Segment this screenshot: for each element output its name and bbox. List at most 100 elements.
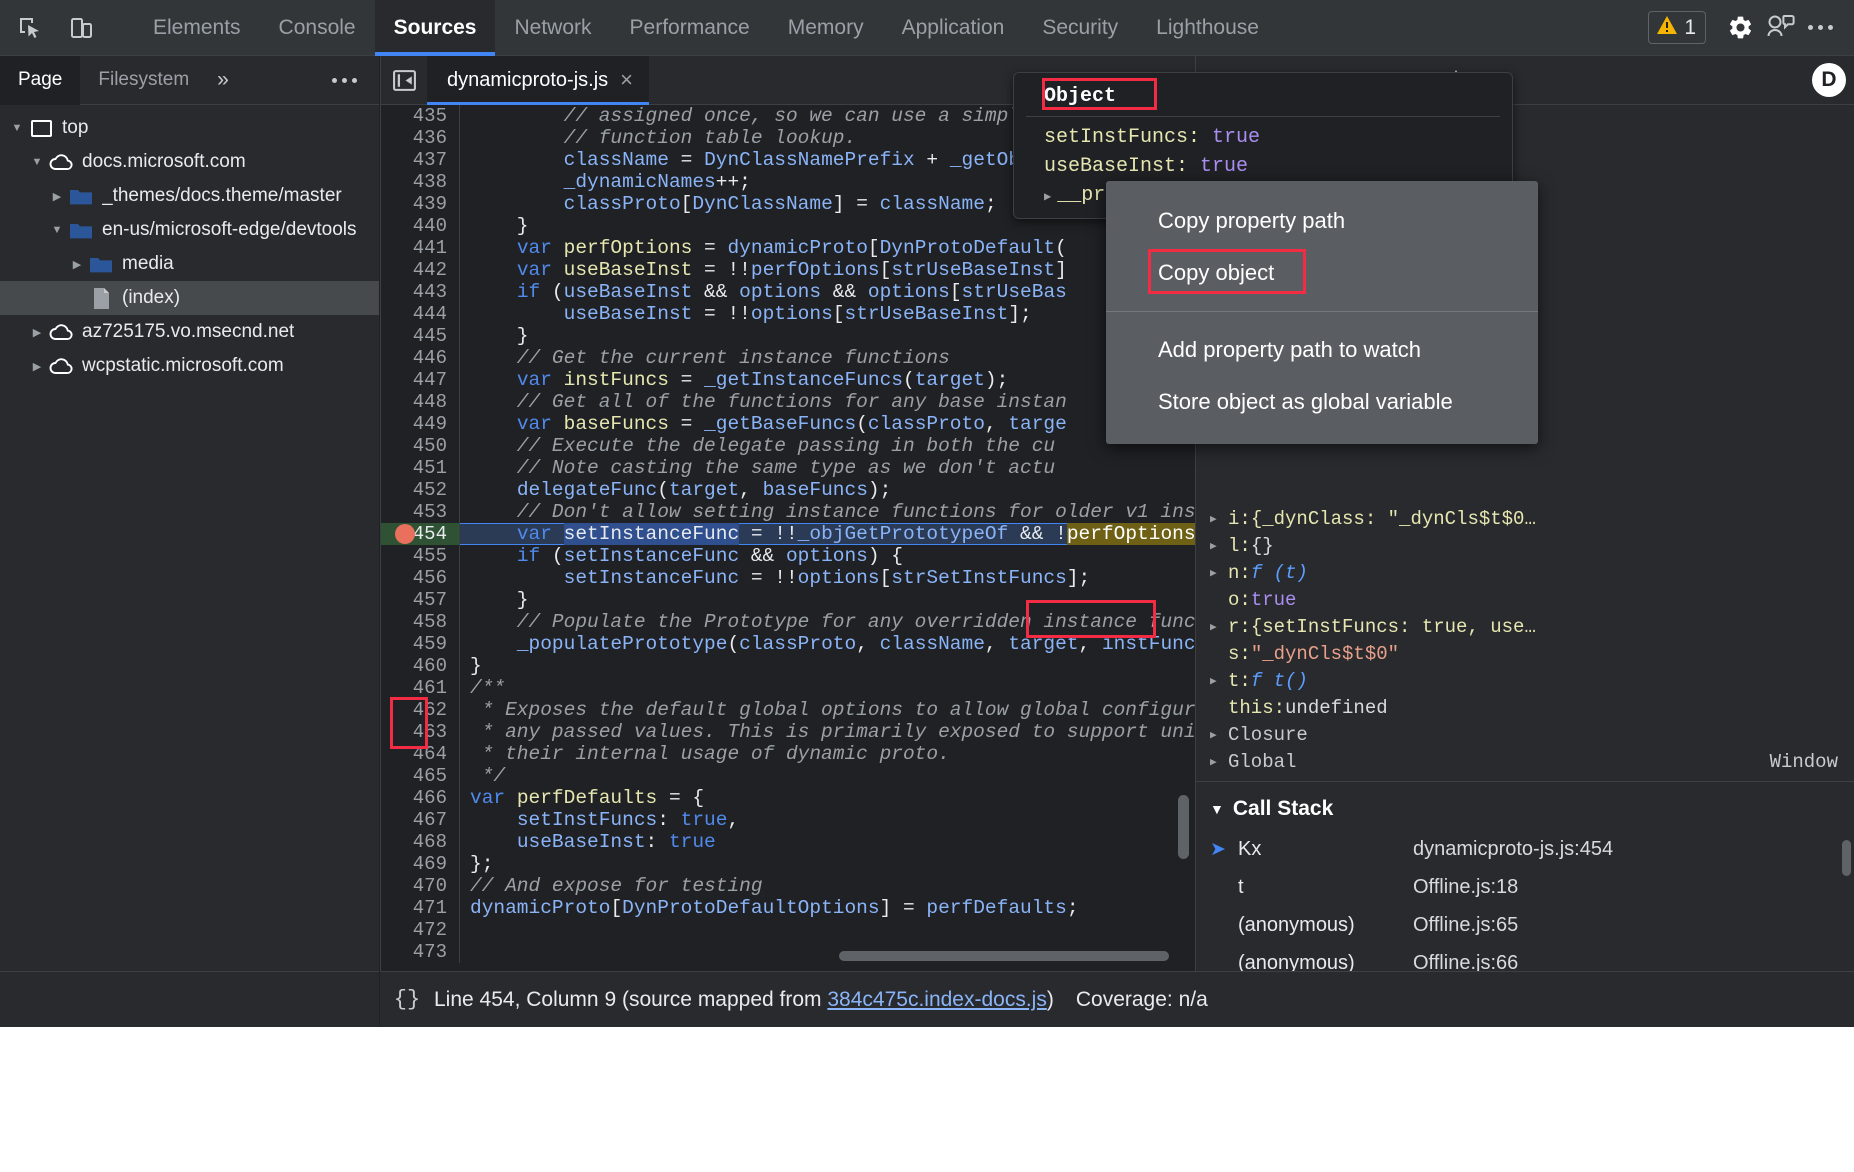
chevron-right-icon[interactable]: ▶ [1210,674,1228,688]
tab-application[interactable]: Application [883,0,1024,56]
tab-elements[interactable]: Elements [134,0,260,56]
scope-variable-value[interactable]: {_dynClass: "_dynCls$t$0… [1251,508,1536,530]
chevron-right-icon[interactable]: ▶ [1210,620,1228,634]
code-line[interactable]: 455 if (setInstanceFunc && options) { [381,545,1195,567]
code-text[interactable]: // And expose for testing [460,875,763,897]
code-text[interactable]: /** [460,677,505,699]
chevron-right-icon[interactable]: ▶ [1210,539,1228,553]
code-line[interactable]: 469}; [381,853,1195,875]
code-line[interactable]: 456 setInstanceFunc = !!options[strSetIn… [381,567,1195,589]
scope-variable-value[interactable]: {} [1251,535,1274,557]
chevron-right-icon[interactable]: ▶ [1044,190,1051,204]
line-number[interactable]: 444 [381,303,459,325]
chevron-down-icon[interactable]: ▼ [26,156,48,168]
navigator-more-options-icon[interactable] [332,78,379,83]
code-line[interactable]: 465 */ [381,765,1195,787]
scope-variable-value[interactable]: "_dynCls$t$0" [1251,643,1399,665]
code-line[interactable]: 464 * their internal usage of dynamic pr… [381,743,1195,765]
kebab-menu-icon[interactable] [1800,8,1840,48]
scope-group-row[interactable]: ▶GlobalWindow [1196,748,1854,775]
nav-tab-page[interactable]: Page [0,56,80,105]
code-line[interactable]: 448 // Get all of the functions for any … [381,391,1195,413]
code-text[interactable]: // Get the current instance functions [460,347,950,369]
menu-item-copy-object[interactable]: Copy object [1106,247,1538,299]
code-line[interactable]: 460} [381,655,1195,677]
sidebar-scrollbar[interactable] [1842,840,1851,876]
scope-variable-value[interactable]: f (t) [1251,562,1308,584]
show-navigator-icon[interactable] [381,56,427,105]
line-number[interactable]: 441 [381,237,459,259]
scope-variable-value[interactable]: f t() [1251,670,1308,692]
editor-horizontal-scrollbar[interactable] [839,951,1169,961]
line-number[interactable]: 469 [381,853,459,875]
nav-tab-filesystem[interactable]: Filesystem [80,56,207,105]
warning-count-badge[interactable]: 1 [1648,11,1706,44]
line-number[interactable]: 473 [381,941,459,963]
code-text[interactable]: // Don't allow setting instance function… [460,501,1195,523]
code-text[interactable]: var instFuncs = _getInstanceFuncs(target… [460,369,1008,391]
tab-security[interactable]: Security [1023,0,1137,56]
scope-group-row[interactable]: ▶Closure [1196,721,1854,748]
chevron-right-icon[interactable]: ▶ [1210,755,1228,769]
code-line[interactable]: 466var perfDefaults = { [381,787,1195,809]
tab-performance[interactable]: Performance [611,0,769,56]
code-text[interactable]: * any passed values. This is primarily e… [460,721,1195,743]
code-line[interactable]: 452 delegateFunc(target, baseFuncs); [381,479,1195,501]
line-number[interactable]: 451 [381,457,459,479]
tree-item-media[interactable]: ▶ media [0,247,379,281]
code-text[interactable]: // function table lookup. [460,127,856,149]
call-stack-frames[interactable]: ➤Kxdynamicproto-js.js:454➤tOffline.js:18… [1196,830,1854,971]
line-number[interactable]: 439 [381,193,459,215]
code-line[interactable]: 468 useBaseInst: true [381,831,1195,853]
code-text[interactable]: } [460,655,482,677]
code-line[interactable]: 447 var instFuncs = _getInstanceFuncs(ta… [381,369,1195,391]
code-line[interactable]: 467 setInstFuncs: true, [381,809,1195,831]
line-number[interactable]: 456 [381,567,459,589]
menu-item-add-property-path-to-watch[interactable]: Add property path to watch [1106,324,1538,376]
code-line[interactable]: 445 } [381,325,1195,347]
code-text[interactable]: } [460,325,529,347]
line-number[interactable]: 467 [381,809,459,831]
code-text[interactable]: * their internal usage of dynamic proto. [460,743,950,765]
chevron-down-icon[interactable]: ▼ [6,122,28,134]
source-code-editor[interactable]: 435 // assigned once, so we can use a si… [380,105,1195,971]
scope-variable-row[interactable]: ▶i: {_dynClass: "_dynCls$t$0… [1196,505,1854,532]
tab-lighthouse[interactable]: Lighthouse [1137,0,1278,56]
tree-item-top[interactable]: ▼ top [0,111,379,145]
tree-item-en-us-devtools[interactable]: ▼ en-us/microsoft-edge/devtools [0,213,379,247]
code-text[interactable]: * Exposes the default global options to … [460,699,1195,721]
line-number[interactable]: 462 [381,699,459,721]
line-number[interactable]: 446 [381,347,459,369]
code-text[interactable]: var perfDefaults = { [460,787,704,809]
line-number[interactable]: 458 [381,611,459,633]
code-line[interactable]: 459 _populatePrototype(classProto, class… [381,633,1195,655]
line-number[interactable]: 452 [381,479,459,501]
tree-item-themes[interactable]: ▶ _themes/docs.theme/master [0,179,379,213]
code-text[interactable]: classProto[DynClassName] = className; [460,193,997,215]
navigator-file-tree[interactable]: ▼ top ▼ docs.microsoft.com ▶ _themes/doc… [0,105,379,971]
line-number[interactable]: 465 [381,765,459,787]
code-line[interactable]: 443 if (useBaseInst && options && option… [381,281,1195,303]
tree-item-az725175[interactable]: ▶ az725175.vo.msecnd.net [0,315,379,349]
code-text[interactable]: // Note casting the same type as we don'… [460,457,1055,479]
close-icon[interactable]: × [620,69,633,91]
chevron-right-icon[interactable]: ▶ [1210,512,1228,526]
call-stack-frame[interactable]: ➤tOffline.js:18 [1196,868,1854,906]
chevron-right-icon[interactable]: ▶ [1210,728,1228,742]
line-number[interactable]: 438 [381,171,459,193]
code-text[interactable]: var baseFuncs = _getBaseFuncs(classProto… [460,413,1067,435]
code-line[interactable]: 471dynamicProto[DynProtoDefaultOptions] … [381,897,1195,919]
chevron-right-icon[interactable]: ▶ [1210,566,1228,580]
code-text[interactable]: if (setInstanceFunc && options) { [460,545,903,567]
code-line[interactable]: 462 * Exposes the default global options… [381,699,1195,721]
code-text[interactable]: // assigned once, so we can use a simple… [460,105,1067,127]
line-number[interactable]: 463 [381,721,459,743]
gear-icon[interactable] [1720,8,1760,48]
line-number[interactable]: 464 [381,743,459,765]
code-text[interactable]: useBaseInst = !!options[strUseBaseInst]; [460,303,1032,325]
tab-sources[interactable]: Sources [375,0,496,56]
call-stack-frame[interactable]: ➤(anonymous)Offline.js:66 [1196,944,1854,971]
tree-item-docs-microsoft[interactable]: ▼ docs.microsoft.com [0,145,379,179]
chevron-down-icon[interactable]: ▼ [1210,801,1224,817]
scope-variable-row[interactable]: ▶t: f t() [1196,667,1854,694]
